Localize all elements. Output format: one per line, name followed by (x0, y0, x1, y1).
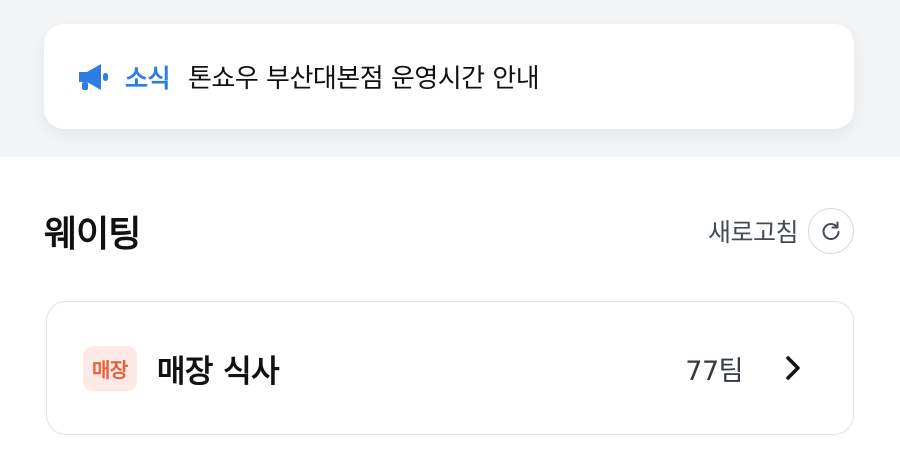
section-title: 웨이팅 (44, 214, 141, 255)
notice-band: 소식 톤쇼우 부산대본점 운영시간 안내 (0, 0, 900, 157)
refresh-icon[interactable] (808, 208, 854, 254)
notice-tag: 소식 (125, 63, 171, 93)
notice-text: 톤쇼우 부산대본점 운영시간 안내 (188, 64, 540, 94)
queue-count: 77팀 (685, 355, 743, 387)
dine-in-queue-card[interactable]: 매장 매장 식사 77팀 (46, 301, 854, 435)
notice-card[interactable]: 소식 톤쇼우 부산대본점 운영시간 안내 (44, 24, 854, 129)
waiting-section-header: 웨이팅 새로고침 (44, 196, 854, 266)
chevron-right-icon (783, 355, 803, 381)
dine-in-badge: 매장 (83, 345, 137, 391)
queue-label: 매장 식사 (156, 353, 280, 390)
refresh-button[interactable]: 새로고침 (708, 208, 854, 254)
refresh-label: 새로고침 (707, 218, 799, 247)
megaphone-icon (77, 62, 111, 92)
